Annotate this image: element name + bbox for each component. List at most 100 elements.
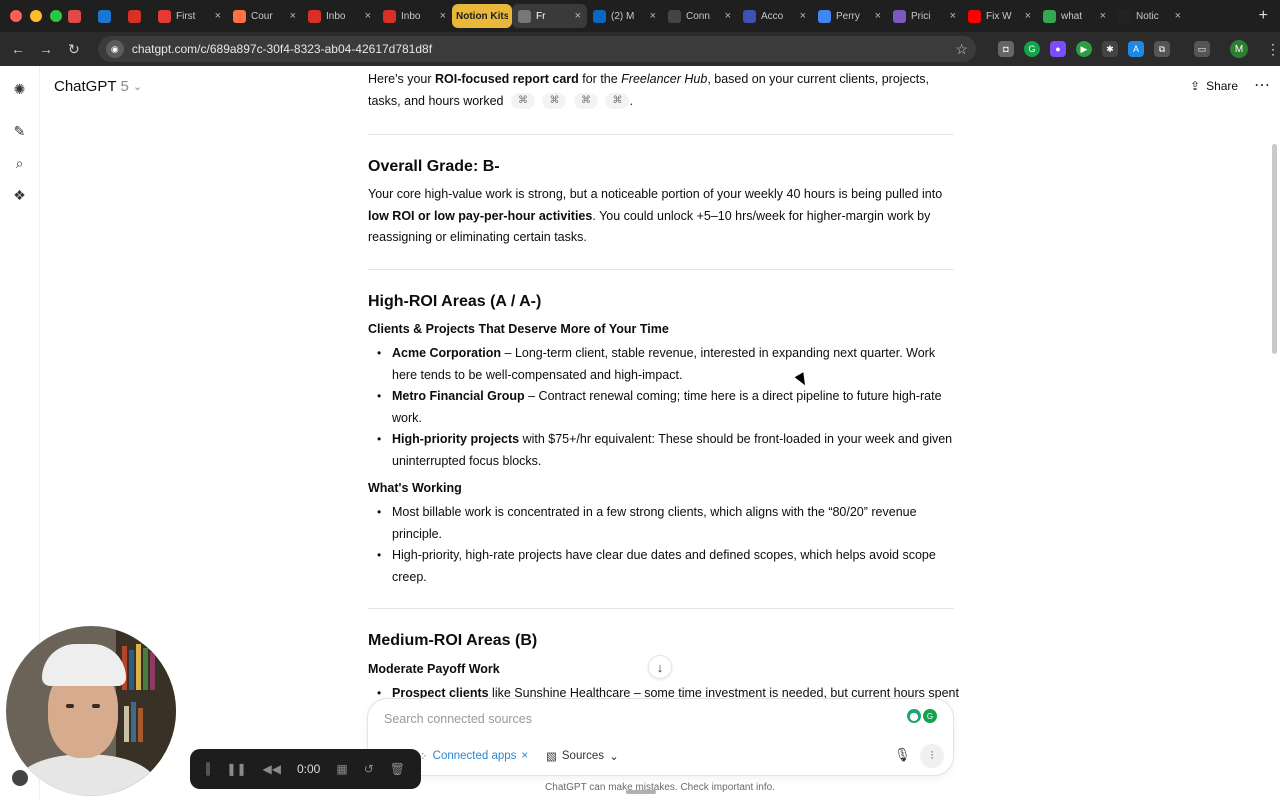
bookmark-star-icon[interactable]: ☆ [955, 41, 968, 58]
minimize-window-button[interactable] [30, 10, 42, 22]
grammarly-icon[interactable]: G [923, 709, 937, 723]
docs-icon [818, 9, 831, 23]
target-icon [158, 9, 171, 23]
outlook-icon [98, 9, 111, 23]
citation-chip[interactable]: ⌘ [573, 93, 598, 110]
chevron-down-icon: ⌄ [132, 81, 143, 93]
browser-tab[interactable]: First × [152, 4, 227, 28]
browser-tab[interactable] [92, 4, 122, 28]
share-button[interactable]: ⇪ Share [1190, 79, 1238, 93]
puzzle-extension-icon[interactable]: ✱ [1101, 41, 1118, 57]
remove-chip-icon[interactable]: × [521, 750, 528, 762]
close-tab-icon[interactable]: × [800, 10, 806, 22]
play-extension-icon[interactable]: ▶ [1075, 41, 1092, 57]
close-tab-icon[interactable]: × [215, 10, 221, 22]
voice-mode-button[interactable]: ⫶ [920, 744, 944, 768]
tab-label: Fix W [986, 10, 1012, 22]
more-options-icon[interactable]: ⋯ [1254, 75, 1270, 95]
pause-icon[interactable]: ❚❚ [226, 762, 246, 776]
microphone-icon[interactable]: 🎙 [894, 747, 911, 763]
browser-tab[interactable]: Notic × [1112, 4, 1187, 28]
close-window-button[interactable] [10, 10, 22, 22]
browser-menu-icon[interactable]: ⋮ [1266, 41, 1280, 58]
extensions-area: ◘ G ● ▶ ✱ A ⧉ ▭ M ⋮ [997, 40, 1280, 58]
google-icon [1043, 9, 1056, 23]
browser-tab[interactable]: Cour × [227, 4, 302, 28]
browser-tab[interactable]: Conn × [662, 4, 737, 28]
back-icon[interactable]: ← [4, 41, 32, 57]
scrollbar[interactable] [1272, 144, 1277, 354]
close-tab-icon[interactable]: × [440, 10, 446, 22]
site-info-icon[interactable]: ◉ [105, 40, 124, 58]
side-panel-icon[interactable]: ▭ [1193, 41, 1210, 57]
browser-tab[interactable]: Inbo × [302, 4, 377, 28]
model-selector[interactable]: ChatGPT 5 ⌄ [54, 78, 142, 95]
close-tab-icon[interactable]: × [290, 10, 296, 22]
browser-tab[interactable]: (2) M × [587, 4, 662, 28]
close-tab-icon[interactable]: × [875, 10, 881, 22]
browser-tab[interactable] [122, 4, 152, 28]
address-bar[interactable]: ◉ chatgpt.com/c/689a897c-30f4-8323-ab04-… [97, 36, 976, 62]
citation-chip[interactable]: ⌘ [542, 93, 567, 110]
list-item: Metro Financial Group – Contract renewal… [368, 386, 958, 429]
tab-group-notion-kits[interactable]: Notion Kits [452, 4, 512, 28]
maximize-window-button[interactable] [50, 10, 62, 22]
browser-tab[interactable]: Fix W × [962, 4, 1037, 28]
trash-icon[interactable]: 🗑 [390, 762, 405, 776]
citation-chip[interactable]: ⌘ [510, 93, 535, 110]
sources-label: Sources [561, 750, 605, 762]
new-tab-button[interactable]: + [1247, 7, 1280, 25]
close-tab-icon[interactable]: × [1175, 10, 1181, 22]
browser-tab[interactable]: Acco × [737, 4, 812, 28]
location-pin-icon[interactable]: ⬤ [907, 709, 921, 723]
sources-dropdown[interactable]: ▧ Sources ⌄ [546, 749, 619, 763]
forward-icon[interactable]: → [32, 41, 60, 57]
search-icon[interactable]: ⌕ [11, 154, 29, 172]
profile-avatar[interactable]: M [1229, 40, 1248, 58]
chevron-down-icon: ⌄ [609, 751, 619, 763]
tab-label: Conn [686, 10, 710, 22]
browser-tab[interactable]: Fr × [512, 4, 587, 28]
close-tab-icon[interactable]: × [1100, 10, 1106, 22]
camera-extension-icon[interactable]: ◘ [997, 41, 1014, 57]
close-tab-icon[interactable]: × [575, 10, 581, 22]
connected-apps-chip[interactable]: ⁘ Connected apps × [418, 749, 528, 763]
url-text[interactable]: chatgpt.com/c/689a897c-30f4-8323-ab04-42… [132, 42, 948, 56]
book [138, 708, 143, 742]
translate-extension-icon[interactable]: A [1127, 41, 1144, 57]
close-tab-icon[interactable]: × [725, 10, 731, 22]
reload-icon[interactable]: ↻ [60, 41, 88, 58]
browser-tab[interactable] [62, 4, 92, 28]
browser-tab[interactable]: what × [1037, 4, 1112, 28]
browser-tab[interactable]: Perry × [812, 4, 887, 28]
browser-tab[interactable]: Inbo × [377, 4, 452, 28]
intro-paragraph: Here's your ROI-focused report card for … [368, 72, 929, 110]
high-roi-list: Acme Corporation – Long-term client, sta… [368, 343, 958, 472]
resize-handle[interactable] [626, 790, 656, 794]
library-icon[interactable]: ❖ [11, 186, 29, 204]
extension-badge-icon[interactable]: ● [1049, 41, 1066, 57]
close-tab-icon[interactable]: × [950, 10, 956, 22]
webcam-overlay [6, 626, 176, 796]
close-tab-icon[interactable]: × [650, 10, 656, 22]
new-chat-icon[interactable]: ✎ [11, 122, 29, 140]
extensions-menu-icon[interactable]: ⧉ [1153, 41, 1170, 57]
citation-chip[interactable]: ⌘ [605, 93, 630, 110]
whats-working-list: Most billable work is concentrated in a … [368, 502, 958, 588]
chatgpt-logo-icon[interactable]: ✺ [11, 80, 29, 98]
browser-toolbar: ← → ↻ ◉ chatgpt.com/c/689a897c-30f4-8323… [0, 32, 1280, 66]
prompt-input[interactable]: Search connected sources [384, 712, 532, 726]
grid-icon[interactable]: ▦ [336, 762, 347, 776]
browser-tab[interactable]: Prici × [887, 4, 962, 28]
close-tab-icon[interactable]: × [1025, 10, 1031, 22]
close-tab-icon[interactable]: × [365, 10, 371, 22]
stop-recording-icon[interactable] [206, 762, 211, 776]
book [129, 650, 134, 690]
record-icon [68, 9, 81, 23]
divider [368, 134, 954, 135]
restart-icon[interactable]: ↺ [364, 762, 374, 776]
rewind-icon[interactable]: ◀◀ [263, 762, 281, 776]
grammarly-extension-icon[interactable]: G [1023, 41, 1040, 57]
scroll-to-bottom-button[interactable]: ↓ [648, 655, 672, 679]
book [131, 702, 136, 742]
